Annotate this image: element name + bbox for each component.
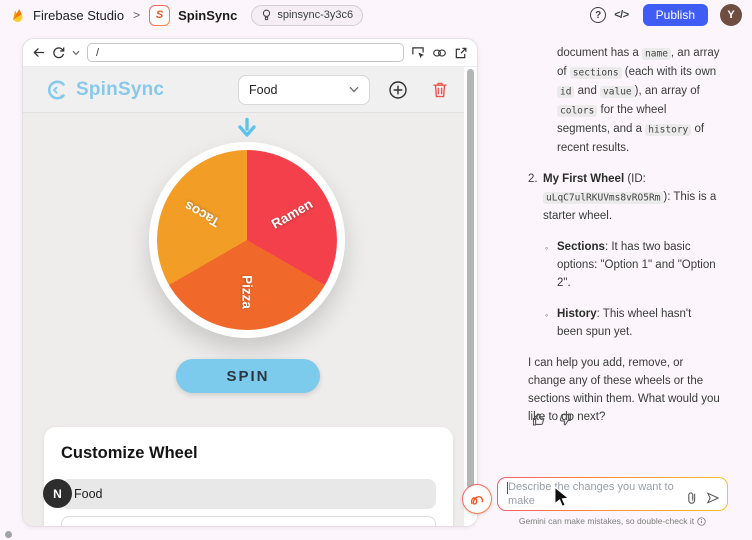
code-chip: history	[645, 124, 691, 136]
spinsync-brand: SpinSync	[45, 78, 164, 102]
url-input[interactable]: /	[87, 43, 404, 62]
list-marker: 2.	[528, 170, 543, 225]
thumbs-down-icon[interactable]	[558, 412, 573, 427]
list-marker: ◦	[545, 238, 557, 292]
code-chip: colors	[557, 105, 597, 117]
scribble-icon	[467, 489, 487, 509]
spinsync-app-header: SpinSync Food	[23, 67, 464, 113]
collaborator-presence-badge: N	[43, 479, 72, 508]
code-chip: value	[600, 86, 635, 98]
code-chip: uLqC7ulRKUVms8vRO5Rm	[543, 192, 663, 204]
wheel-pointer-icon	[235, 117, 259, 140]
mouse-cursor	[552, 486, 572, 508]
breadcrumb-app-name[interactable]: SpinSync	[178, 8, 237, 23]
wheel-face: Ramen Pizza Tacos	[157, 150, 337, 330]
chat-sub-bullet: ◦Sections: It has two basic options: "Op…	[528, 238, 720, 292]
list-marker: ◦	[545, 305, 557, 341]
breadcrumb-separator: >	[133, 8, 140, 22]
preview-toolbar: /	[23, 39, 477, 67]
send-icon[interactable]	[705, 491, 720, 505]
wheel-segment-label: Tacos	[182, 198, 222, 230]
scrollbar-thumb[interactable]	[467, 69, 474, 489]
open-in-new-window-icon[interactable]	[454, 46, 468, 60]
wheel-select-value: Food	[249, 83, 278, 97]
wheel-segment-label: Pizza	[240, 275, 255, 309]
section-input-partial[interactable]	[61, 516, 436, 526]
chat-paragraph: document has a name, an array of section…	[528, 44, 720, 157]
workspace-badge[interactable]: spinsync-3y3c6	[251, 5, 363, 26]
info-icon[interactable]	[697, 517, 706, 526]
spin-button[interactable]: SPIN	[176, 359, 320, 393]
back-icon[interactable]	[32, 46, 45, 59]
wheel-select[interactable]: Food	[238, 75, 370, 105]
refresh-chevron-icon[interactable]	[72, 50, 80, 56]
breadcrumb-product[interactable]: Firebase Studio	[33, 8, 124, 23]
chevron-down-icon	[349, 86, 359, 93]
delete-wheel-button[interactable]	[432, 81, 448, 99]
customize-wheel-card: Customize Wheel N Food	[44, 427, 453, 526]
code-chip: id	[557, 86, 574, 98]
refresh-icon[interactable]	[52, 46, 65, 59]
thumbs-up-icon[interactable]	[531, 412, 546, 427]
web-preview-panel: / SpinSync	[22, 38, 478, 527]
workspace-badge-label: spinsync-3y3c6	[277, 9, 353, 21]
help-icon[interactable]: ?	[590, 7, 606, 23]
add-wheel-button[interactable]	[388, 80, 408, 100]
chat-list-item: 2.My First Wheel (ID: uLqC7ulRKUVms8vRO5…	[528, 170, 720, 225]
message-feedback	[531, 412, 573, 427]
link-icon[interactable]	[432, 47, 447, 59]
corner-dot	[5, 531, 12, 538]
code-icon[interactable]: </>	[614, 9, 628, 21]
url-value: /	[96, 47, 99, 59]
customize-wheel-heading: Customize Wheel	[61, 444, 436, 463]
spinsync-brand-label: SpinSync	[76, 79, 164, 101]
list-item-content: History: This wheel hasn't been spun yet…	[557, 305, 720, 341]
trash-icon	[432, 81, 448, 99]
gemini-disclaimer: Gemini can make mistakes, so double-chec…	[497, 516, 728, 526]
chat-input[interactable]: Describe the changes you want to make	[497, 477, 728, 511]
list-item-content: Sections: It has two basic options: "Opt…	[557, 238, 720, 292]
spinsync-app-content: Ramen Pizza Tacos SPIN Customize Wheel N F…	[23, 113, 464, 526]
code-chip: sections	[570, 67, 622, 79]
attach-icon[interactable]	[686, 491, 697, 505]
code-chip: name	[642, 48, 671, 60]
chat-input-placeholder: Describe the changes you want to make	[508, 481, 686, 508]
spinsync-logo-icon	[45, 78, 69, 102]
wheel-name-input[interactable]: N Food	[61, 479, 436, 509]
gemini-agent-button[interactable]	[462, 484, 492, 514]
user-avatar[interactable]: Y	[720, 4, 742, 26]
workspace-balloon-icon	[261, 9, 272, 21]
spinner-wheel: Ramen Pizza Tacos	[149, 142, 345, 338]
select-element-icon[interactable]	[411, 46, 425, 60]
wheel-segment-label: Ramen	[269, 196, 315, 231]
spinsync-app-icon[interactable]: S	[149, 5, 170, 26]
publish-button[interactable]: Publish	[643, 4, 708, 26]
chat-sub-bullet: ◦History: This wheel hasn't been spun ye…	[528, 305, 720, 341]
preview-scrollbar	[464, 67, 477, 526]
list-item-content: My First Wheel (ID: uLqC7ulRKUVms8vRO5Rm…	[543, 170, 720, 225]
top-bar: Firebase Studio > S SpinSync spinsync-3y…	[0, 0, 752, 30]
firebase-logo-icon	[10, 8, 25, 23]
chat-messages: document has a name, an array of section…	[528, 44, 720, 439]
wheel-name-value: Food	[74, 487, 103, 501]
